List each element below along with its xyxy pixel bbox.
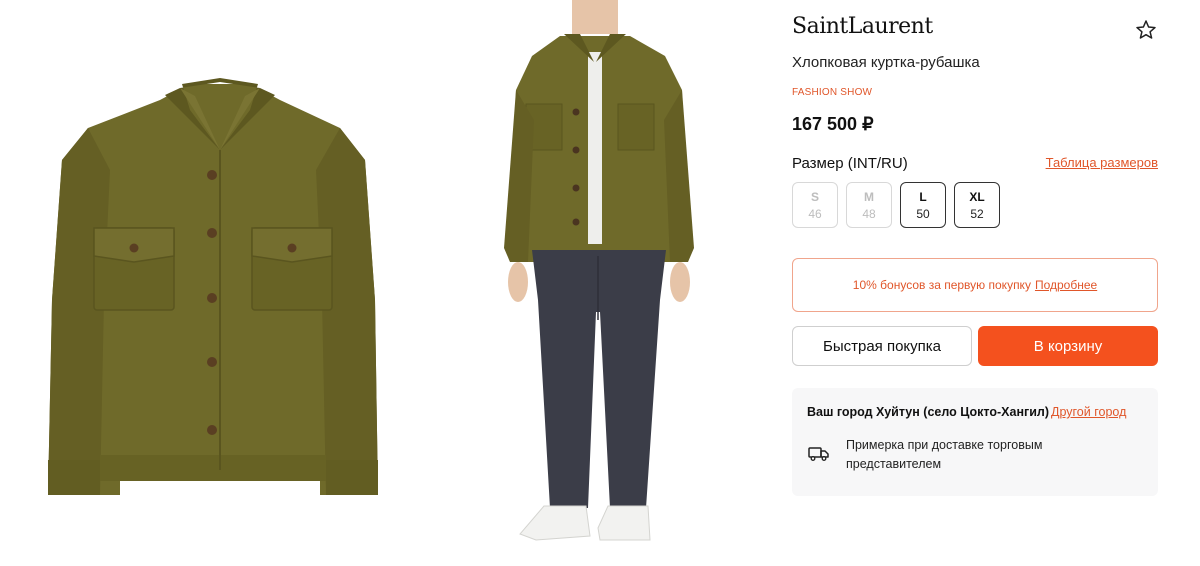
delivery-info-box: Ваш город Хуйтун (село Цокто-Хангил) Друг… xyxy=(792,388,1158,496)
model-illustration xyxy=(504,0,694,541)
model-photo[interactable] xyxy=(460,0,740,566)
favorite-star-icon[interactable] xyxy=(1134,18,1158,42)
brand-logo[interactable]: SaintLaurent xyxy=(792,14,933,39)
add-to-cart-button[interactable]: В корзину xyxy=(978,326,1158,366)
size-option-l[interactable]: L 50 xyxy=(900,182,946,228)
bonus-text: 10% бонусов за первую покупку xyxy=(852,278,1031,292)
current-city: Ваш город Хуйтун (село Цокто-Хангил) xyxy=(807,405,1049,419)
jacket-flat-illustration xyxy=(48,78,378,495)
size-ru: 46 xyxy=(808,206,822,221)
collection-tag: FASHION SHOW xyxy=(792,87,873,98)
size-ru: 48 xyxy=(862,206,876,221)
jacket-flat-photo[interactable] xyxy=(20,0,420,566)
size-option-xl[interactable]: XL 52 xyxy=(954,182,1000,228)
size-int: S xyxy=(810,189,819,204)
size-table-link[interactable]: Таблица размеров xyxy=(1046,155,1158,170)
bonus-details-link[interactable]: Подробнее xyxy=(1035,278,1097,292)
size-ru: 50 xyxy=(916,206,930,221)
city-line: Ваш город Хуйтун (село Цокто-Хангил) Друг… xyxy=(807,405,1126,419)
size-int: XL xyxy=(969,189,985,204)
size-label: Размер (INT/RU) xyxy=(792,155,908,172)
fitting-on-delivery-text: Примерка при доставке торговым представи… xyxy=(846,438,1043,471)
size-options: S 46 M 48 L 50 XL 52 xyxy=(792,182,1000,228)
bonus-banner: 10% бонусов за первую покупку Подробнее xyxy=(792,258,1158,312)
product-price: 167 500 ₽ xyxy=(792,114,874,134)
change-city-link[interactable]: Другой город xyxy=(1051,405,1126,419)
truck-icon xyxy=(808,446,830,462)
size-option-m[interactable]: M 48 xyxy=(846,182,892,228)
quick-buy-button[interactable]: Быстрая покупка xyxy=(792,326,972,366)
product-title: Хлопковая куртка-рубашка xyxy=(792,54,980,71)
size-int: M xyxy=(864,189,874,204)
size-option-s[interactable]: S 46 xyxy=(792,182,838,228)
size-ru: 52 xyxy=(970,206,984,221)
size-int: L xyxy=(919,189,927,204)
